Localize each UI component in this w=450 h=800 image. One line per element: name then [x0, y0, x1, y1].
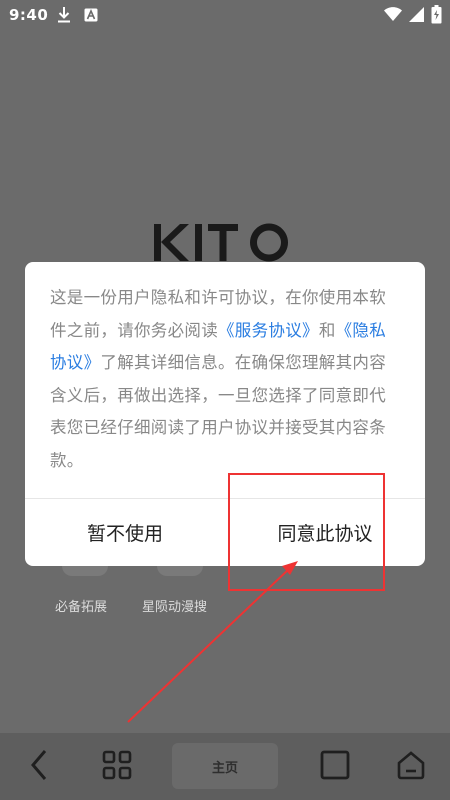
- status-time: 9:40: [9, 6, 49, 24]
- tabs-button[interactable]: [310, 733, 360, 800]
- annotation-highlight-box: [228, 473, 385, 591]
- battery-icon: [431, 5, 442, 28]
- status-bar: 9:40: [0, 0, 450, 32]
- wifi-icon: [384, 6, 402, 26]
- message-text-and: 和: [318, 320, 336, 340]
- home-page-button[interactable]: 主页: [172, 743, 278, 789]
- a-notification-icon: [84, 8, 98, 26]
- home-button[interactable]: [386, 733, 436, 800]
- signal-icon: [408, 6, 424, 26]
- tile-label-extensions: 必备拓展: [55, 600, 108, 615]
- grid-icon: [102, 750, 132, 784]
- bottom-nav: 主页: [0, 733, 450, 800]
- home-icon: [396, 750, 426, 784]
- back-icon: [30, 749, 48, 785]
- service-agreement-link[interactable]: 《服务协议》: [218, 321, 319, 340]
- back-button[interactable]: [14, 733, 64, 800]
- tile-label-anime-search: 星陨动漫搜: [142, 600, 208, 615]
- menu-grid-button[interactable]: [92, 733, 142, 800]
- message-text-2: 了解其详细信息。在确保您理解其内容含义后，再做出选择，一旦您选择了同意即代表您已…: [50, 353, 387, 470]
- tabs-icon: [320, 750, 350, 784]
- dialog-message: 这是一份用户隐私和许可协议，在你使用本软件之前，请你务必阅读《服务协议》和《隐私…: [50, 282, 402, 477]
- decline-button[interactable]: 暂不使用: [25, 499, 225, 566]
- home-label: 主页: [211, 760, 238, 776]
- download-icon: [57, 6, 71, 28]
